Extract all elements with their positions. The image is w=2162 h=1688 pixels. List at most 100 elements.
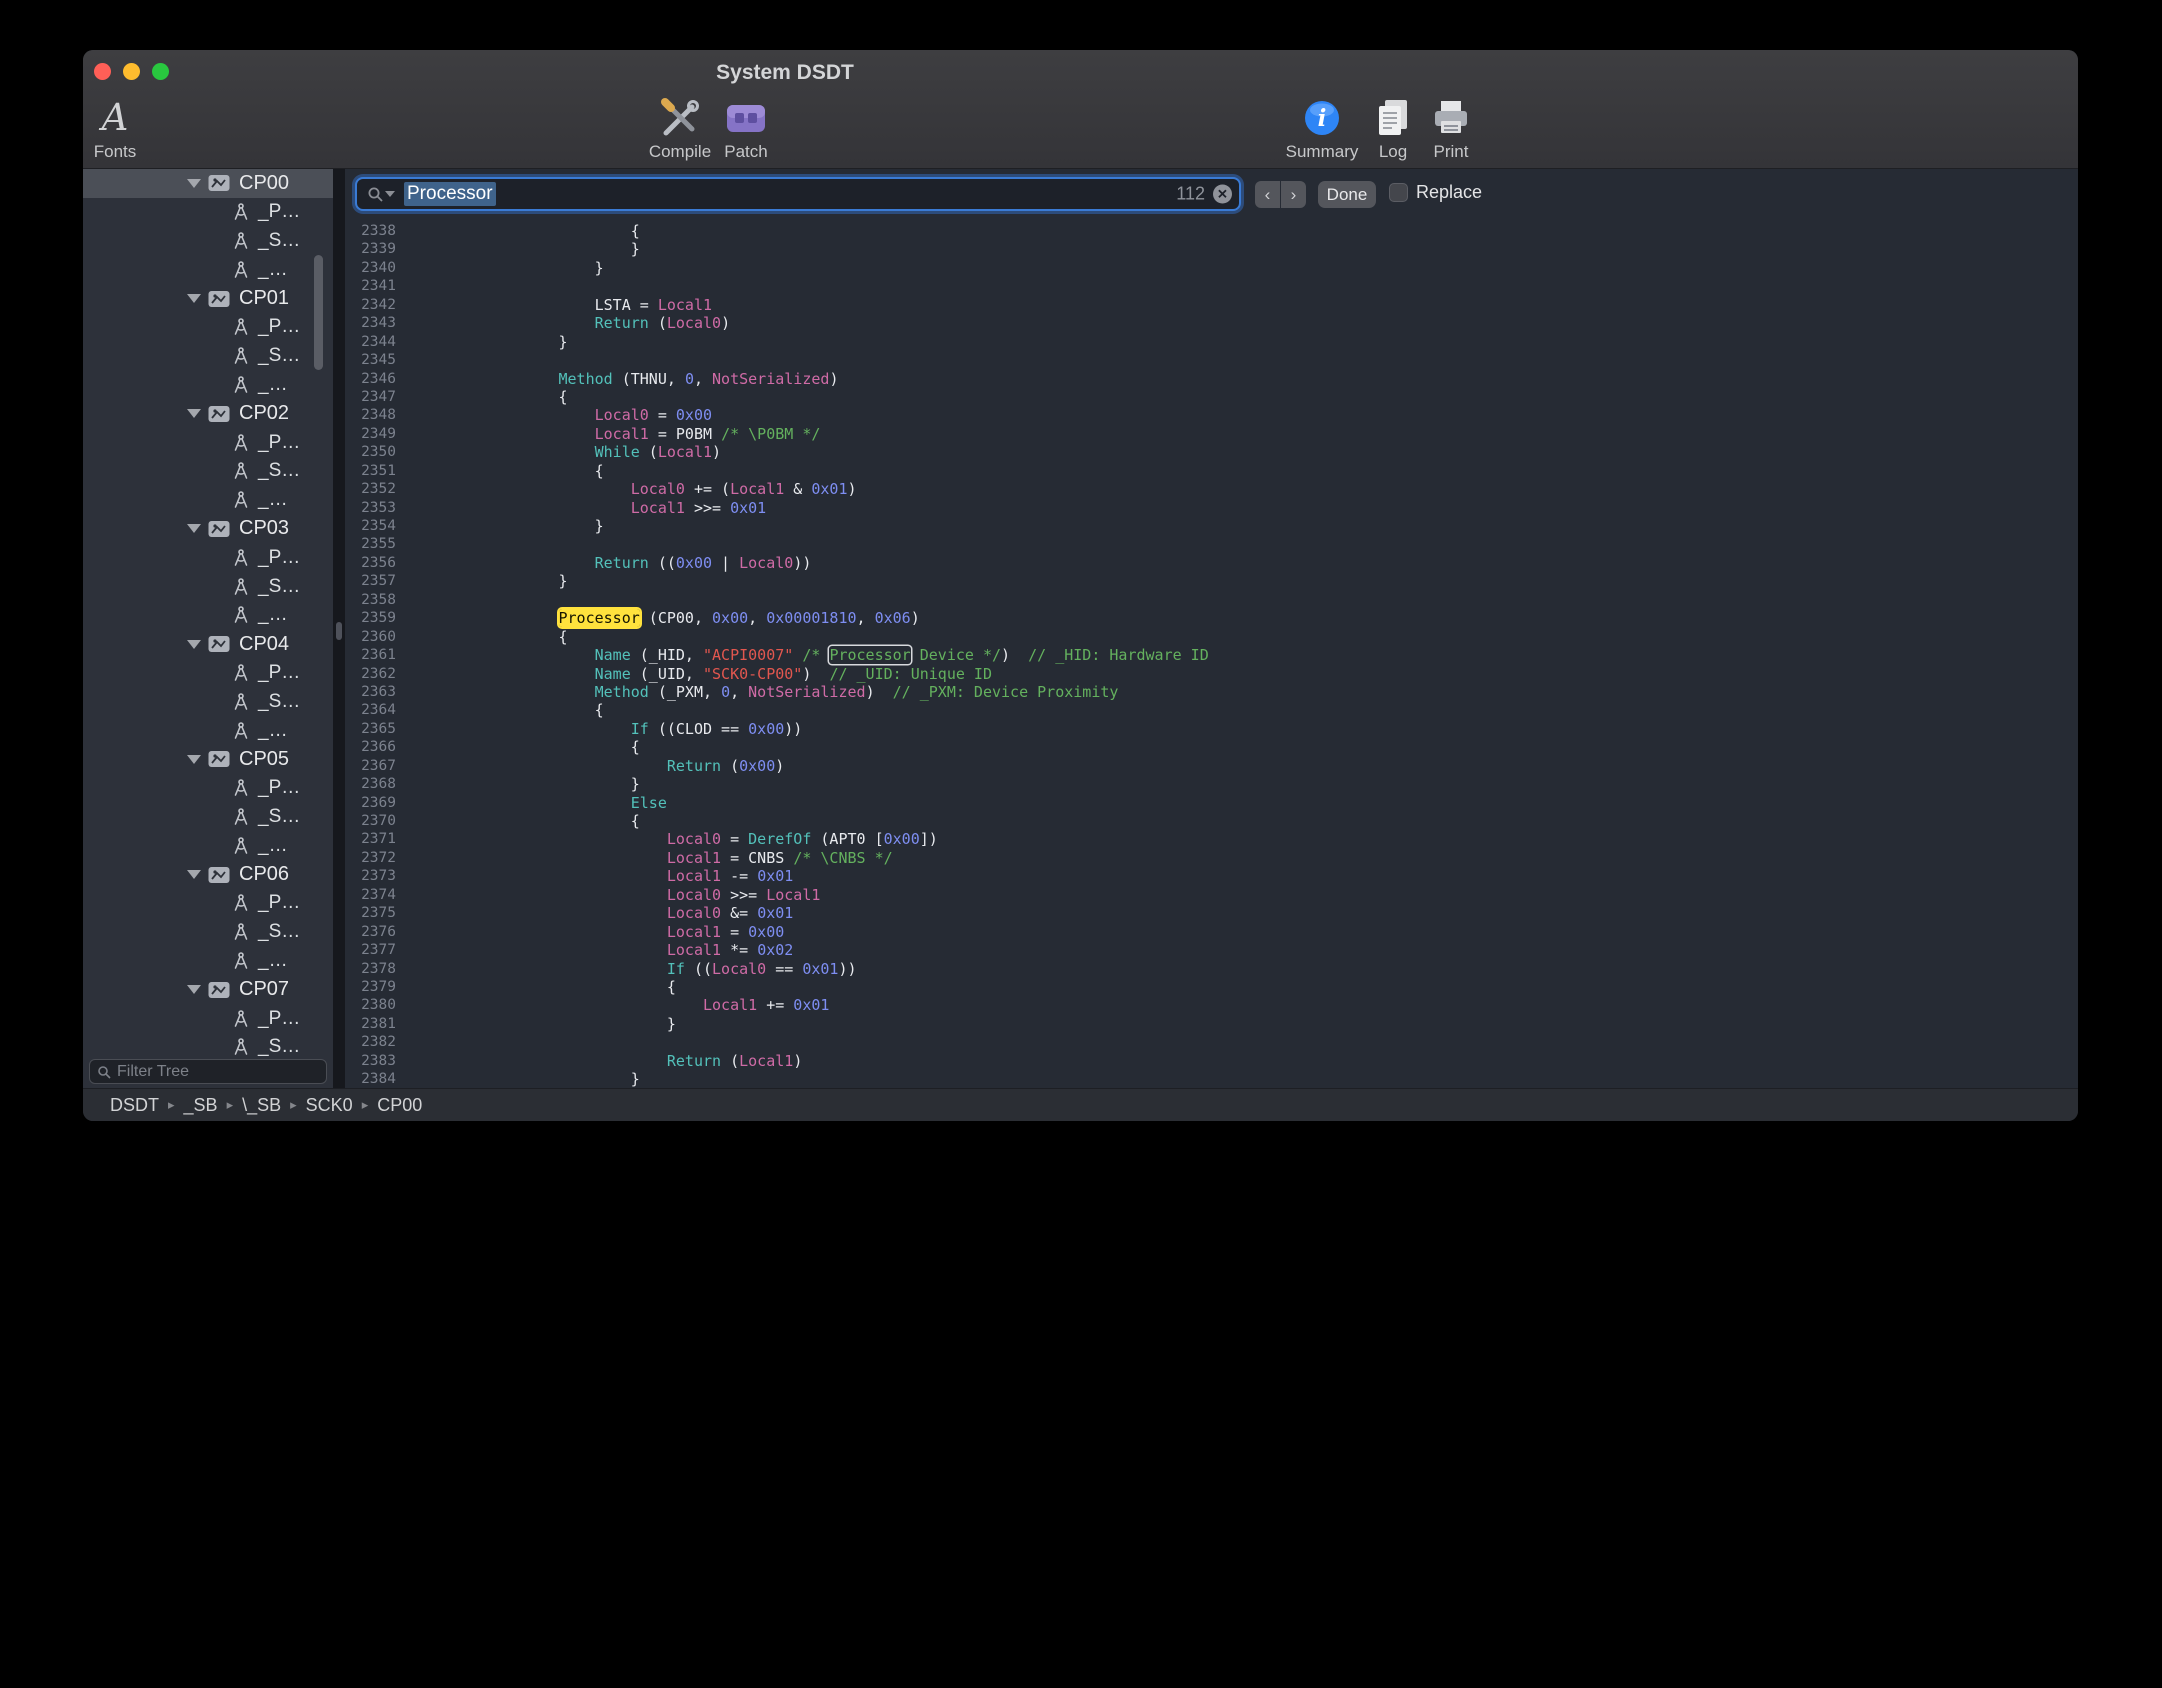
code-line[interactable]: 2364 { [345, 701, 1995, 719]
next-match-button[interactable]: › [1281, 181, 1306, 208]
code-line[interactable]: 2348 Local0 = 0x00 [345, 406, 1995, 424]
previous-match-button[interactable]: ‹ [1255, 181, 1280, 208]
sidebar-item-cp07[interactable]: CP07 [83, 975, 333, 1004]
sidebar-child-item[interactable]: _… [83, 255, 333, 284]
search-input[interactable]: Processor 112 ✕ [355, 177, 1241, 211]
code-line[interactable]: 2376 Local1 = 0x00 [345, 923, 1995, 941]
disclosure-triangle-icon[interactable] [187, 755, 201, 764]
code-line[interactable]: 2345 [345, 351, 1995, 369]
sidebar-child-item[interactable]: _P… [83, 774, 333, 803]
code-line[interactable]: 2342 LSTA = Local1 [345, 296, 1995, 314]
done-button[interactable]: Done [1318, 181, 1376, 208]
code-line[interactable]: 2358 [345, 591, 1995, 609]
code-line[interactable]: 2340 } [345, 259, 1995, 277]
code-line[interactable]: 2379 { [345, 978, 1995, 996]
breadcrumb-item[interactable]: _SB [184, 1095, 218, 1116]
sidebar-child-item[interactable]: _P… [83, 889, 333, 918]
code-line[interactable]: 2368 } [345, 775, 1995, 793]
toolbar-print-button[interactable]: Print [1403, 94, 1499, 162]
code-line[interactable]: 2367 Return (0x00) [345, 757, 1995, 775]
sidebar-child-item[interactable]: _… [83, 601, 333, 630]
sidebar-item-cp06[interactable]: CP06 [83, 860, 333, 889]
code-line[interactable]: 2375 Local0 &= 0x01 [345, 904, 1995, 922]
sidebar-item-cp03[interactable]: CP03 [83, 515, 333, 544]
sidebar-child-item[interactable]: _P… [83, 543, 333, 572]
code-line[interactable]: 2344 } [345, 333, 1995, 351]
sidebar-scrollbar-thumb[interactable] [314, 255, 323, 370]
code-line[interactable]: 2381 } [345, 1015, 1995, 1033]
sidebar-child-item[interactable]: _P… [83, 198, 333, 227]
sidebar-item-cp02[interactable]: CP02 [83, 399, 333, 428]
code-line[interactable]: 2383 Return (Local1) [345, 1052, 1995, 1070]
code-line[interactable]: 2363 Method (_PXM, 0, NotSerialized) // … [345, 683, 1995, 701]
pane-splitter[interactable] [333, 169, 345, 1088]
sidebar-child-item[interactable]: _… [83, 371, 333, 400]
breadcrumb-item[interactable]: \_SB [242, 1095, 281, 1116]
replace-checkbox[interactable] [1389, 183, 1408, 202]
sidebar-child-item[interactable]: _S… [83, 918, 333, 947]
sidebar-child-item[interactable]: _S… [83, 687, 333, 716]
sidebar-child-item[interactable]: _S… [83, 342, 333, 371]
disclosure-triangle-icon[interactable] [187, 640, 201, 649]
code-line[interactable]: 2346 Method (THNU, 0, NotSerialized) [345, 370, 1995, 388]
code-line[interactable]: 2362 Name (_UID, "SCK0-CP00") // _UID: U… [345, 665, 1995, 683]
code-line[interactable]: 2343 Return (Local0) [345, 314, 1995, 332]
code-line[interactable]: 2373 Local1 -= 0x01 [345, 867, 1995, 885]
code-line[interactable]: 2347 { [345, 388, 1995, 406]
sidebar-child-item[interactable]: _S… [83, 803, 333, 832]
code-line[interactable]: 2382 [345, 1033, 1995, 1051]
code-line[interactable]: 2370 { [345, 812, 1995, 830]
sidebar-child-item[interactable]: _P… [83, 428, 333, 457]
code-line[interactable]: 2354 } [345, 517, 1995, 535]
sidebar-item-cp01[interactable]: CP01 [83, 284, 333, 313]
breadcrumb-item[interactable]: CP00 [377, 1095, 422, 1116]
splitter-handle[interactable] [336, 622, 342, 640]
code-line[interactable]: 2384 } [345, 1070, 1995, 1088]
code-line[interactable]: 2378 If ((Local0 == 0x01)) [345, 960, 1995, 978]
disclosure-triangle-icon[interactable] [187, 409, 201, 418]
sidebar-child-item[interactable]: _… [83, 831, 333, 860]
code-line[interactable]: 2359 Processor (CP00, 0x00, 0x00001810, … [345, 609, 1995, 627]
filter-tree-input[interactable]: Filter Tree [89, 1059, 327, 1084]
code-line[interactable]: 2366 { [345, 738, 1995, 756]
sidebar-child-item[interactable]: _P… [83, 659, 333, 688]
code-line[interactable]: 2374 Local0 >>= Local1 [345, 886, 1995, 904]
disclosure-triangle-icon[interactable] [187, 294, 201, 303]
code-line[interactable]: 2338 { [345, 222, 1995, 240]
sidebar-child-item[interactable]: _P… [83, 313, 333, 342]
code-line[interactable]: 2377 Local1 *= 0x02 [345, 941, 1995, 959]
toolbar-fonts-button[interactable]: A Fonts [83, 94, 163, 162]
disclosure-triangle-icon[interactable] [187, 985, 201, 994]
sidebar-child-item[interactable]: _… [83, 486, 333, 515]
code-line[interactable]: 2349 Local1 = P0BM /* \P0BM */ [345, 425, 1995, 443]
code-line[interactable]: 2352 Local0 += (Local1 & 0x01) [345, 480, 1995, 498]
disclosure-triangle-icon[interactable] [187, 524, 201, 533]
code-line[interactable]: 2355 [345, 535, 1995, 553]
sidebar-child-item[interactable]: _S… [83, 572, 333, 601]
code-line[interactable]: 2365 If ((CLOD == 0x00)) [345, 720, 1995, 738]
breadcrumb-item[interactable]: DSDT [110, 1095, 159, 1116]
code-line[interactable]: 2350 While (Local1) [345, 443, 1995, 461]
minimize-button[interactable] [123, 63, 140, 80]
zoom-button[interactable] [152, 63, 169, 80]
code-line[interactable]: 2353 Local1 >>= 0x01 [345, 499, 1995, 517]
code-line[interactable]: 2360 { [345, 628, 1995, 646]
breadcrumb-item[interactable]: SCK0 [306, 1095, 353, 1116]
code-line[interactable]: 2339 } [345, 240, 1995, 258]
sidebar-child-item[interactable]: _S… [83, 1033, 333, 1062]
code-line[interactable]: 2369 Else [345, 794, 1995, 812]
disclosure-triangle-icon[interactable] [187, 870, 201, 879]
sidebar-item-cp05[interactable]: CP05 [83, 745, 333, 774]
code-line[interactable]: 2380 Local1 += 0x01 [345, 996, 1995, 1014]
clear-search-button[interactable]: ✕ [1213, 185, 1232, 204]
search-menu-icon[interactable] [367, 186, 395, 203]
sidebar-item-cp00[interactable]: CP00 [83, 169, 333, 198]
sidebar-child-item[interactable]: _S… [83, 457, 333, 486]
code-line[interactable]: 2341 [345, 277, 1995, 295]
close-button[interactable] [94, 63, 111, 80]
code-line[interactable]: 2371 Local0 = DerefOf (APT0 [0x00]) [345, 830, 1995, 848]
code-line[interactable]: 2372 Local1 = CNBS /* \CNBS */ [345, 849, 1995, 867]
code-line[interactable]: 2361 Name (_HID, "ACPI0007" /* Processor… [345, 646, 1995, 664]
toolbar-patch-button[interactable]: Patch [698, 94, 794, 162]
sidebar-child-item[interactable]: _… [83, 947, 333, 976]
